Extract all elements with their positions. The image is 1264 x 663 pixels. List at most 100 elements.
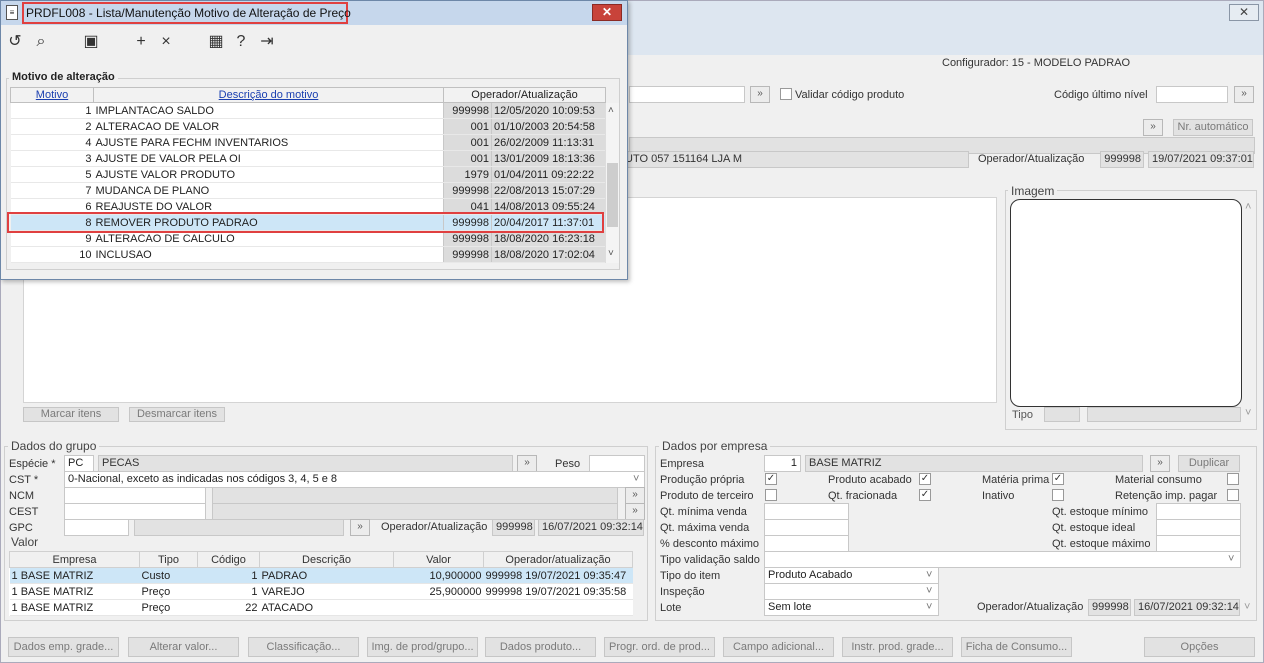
especie-code-field[interactable]: PC	[64, 455, 94, 472]
campo-adicional-button[interactable]: Campo adicional...	[723, 637, 834, 657]
motivo-col-operador[interactable]: Operador/Atualização	[443, 87, 606, 103]
motivo-row[interactable]: 2 ALTERACAO DE VALOR 001 01/10/2003 20:54:5…	[10, 118, 606, 135]
pct-desconto-field[interactable]	[764, 535, 849, 552]
ncm-field[interactable]	[64, 487, 206, 504]
valor-row[interactable]: 1 BASE MATRIZ Preço 22 ATACADO	[9, 599, 633, 616]
nr-automatico-button[interactable]: Nr. automático	[1173, 119, 1253, 136]
nr-lookup-button[interactable]: »	[1143, 119, 1163, 136]
undo-icon[interactable]: ↺	[5, 32, 25, 52]
cest-field[interactable]	[64, 503, 206, 520]
empresa-code-field[interactable]: 1	[764, 455, 801, 472]
dados-produto-button[interactable]: Dados produto...	[485, 637, 596, 657]
imagem-scroll-up-icon[interactable]: ˄	[1245, 201, 1251, 213]
inspecao-dropdown-icon[interactable]: ˅	[926, 585, 932, 597]
motivo-cell-desc: REAJUSTE DO VALOR	[93, 198, 444, 215]
peso-field[interactable]	[589, 455, 645, 472]
gpc-field[interactable]	[64, 519, 129, 536]
imagem-scroll-down-icon[interactable]: ˅	[1245, 407, 1251, 419]
tipo-validacao-dropdown-icon[interactable]: ˅	[1228, 553, 1234, 565]
materia-prima-checkbox[interactable]: ✓	[1052, 473, 1064, 485]
valor-row[interactable]: 1 BASE MATRIZ Custo 1 PADRAO 10,900000 999998…	[9, 567, 633, 584]
ncm-lookup-button[interactable]: »	[625, 487, 645, 504]
qt-est-ideal-field[interactable]	[1156, 519, 1241, 536]
qt-fracionada-checkbox[interactable]: ✓	[919, 489, 931, 501]
producao-propria-checkbox[interactable]: ✓	[765, 473, 777, 485]
retencao-checkbox[interactable]	[1227, 489, 1239, 501]
instr-prod-grade-button[interactable]: Instr. prod. grade...	[842, 637, 953, 657]
motivo-row[interactable]: 5 AJUSTE VALOR PRODUTO 1979 01/04/2011 09:2…	[10, 166, 606, 183]
main-close-button[interactable]: ✕	[1229, 4, 1259, 21]
desmarcar-itens-button[interactable]: Desmarcar itens	[129, 407, 225, 422]
especie-lookup-button[interactable]: »	[517, 455, 537, 472]
delete-icon[interactable]: ×	[156, 32, 176, 52]
scroll-thumb[interactable]	[607, 163, 618, 227]
cst-select[interactable]: 0-Nacional, exceto as indicadas nos códi…	[64, 471, 645, 488]
empresa-lookup-button[interactable]: »	[1150, 455, 1170, 472]
codigo-ultimo-nivel-field[interactable]	[1156, 86, 1228, 103]
tipo-item-select[interactable]: Produto Acabado	[764, 567, 939, 584]
inspecao-select[interactable]	[764, 583, 939, 600]
scroll-up-icon[interactable]: ˄	[608, 105, 614, 116]
valor-col-tipo[interactable]: Tipo	[139, 551, 198, 568]
save-icon[interactable]: ▣	[81, 32, 101, 52]
qt-max-venda-field[interactable]	[764, 519, 849, 536]
valor-cell-valor	[393, 599, 484, 616]
cst-dropdown-icon[interactable]: ˅	[633, 473, 639, 485]
empresa-scroll-down-icon[interactable]: ˅	[1244, 601, 1250, 613]
tipo-validacao-select[interactable]	[764, 551, 1241, 568]
valor-col-empresa[interactable]: Empresa	[9, 551, 140, 568]
valor-col-operador[interactable]: Operador/atualização	[483, 551, 633, 568]
codigo-lookup-button[interactable]: »	[1234, 86, 1254, 103]
scroll-down-icon[interactable]: ˅	[608, 248, 614, 259]
validar-checkbox[interactable]	[780, 88, 792, 100]
dialog-close-button[interactable]: ✕	[592, 4, 622, 21]
motivo-row[interactable]: 3 AJUSTE DE VALOR PELA OI 001 13/01/2009 18…	[10, 150, 606, 167]
qt-est-max-field[interactable]	[1156, 535, 1241, 552]
valor-col-codigo[interactable]: Código	[197, 551, 260, 568]
alterar-valor-button[interactable]: Alterar valor...	[128, 637, 239, 657]
dados-emp-grade-button[interactable]: Dados emp. grade...	[8, 637, 119, 657]
motivo-row[interactable]: 4 AJUSTE PARA FECHM INVENTARIOS 001 26/02/2…	[10, 134, 606, 151]
search-icon[interactable]: ⌕	[31, 32, 51, 52]
motivo-row[interactable]: 1 IMPLANTACAO SALDO 999998 12/05/2020 10:09…	[10, 102, 606, 119]
valor-row[interactable]: 1 BASE MATRIZ Preço 1 VAREJO 25,900000 999998…	[9, 583, 633, 600]
cest-lookup-button[interactable]: »	[625, 503, 645, 520]
motivo-col-motivo[interactable]: Motivo	[10, 87, 94, 103]
classificacao-button[interactable]: Classificação...	[248, 637, 359, 657]
valor-col-valor[interactable]: Valor	[393, 551, 484, 568]
qt-min-venda-field[interactable]	[764, 503, 849, 520]
help-icon[interactable]: ?	[231, 32, 251, 52]
tipo-item-dropdown-icon[interactable]: ˅	[926, 569, 932, 581]
inativo-checkbox[interactable]	[1052, 489, 1064, 501]
motivo-scrollbar[interactable]: ˄ ˅	[605, 103, 619, 263]
lote-dropdown-icon[interactable]: ˅	[926, 601, 932, 613]
calendar-icon[interactable]: ▦	[206, 32, 226, 52]
material-consumo-checkbox[interactable]	[1227, 473, 1239, 485]
gpc-lookup-button[interactable]: »	[350, 519, 370, 536]
duplicar-button[interactable]: Duplicar	[1178, 455, 1240, 472]
motivo-row[interactable]: 7 MUDANCA DE PLANO 999998 22/08/2013 15:07:…	[10, 182, 606, 199]
add-icon[interactable]: +	[131, 32, 151, 52]
exit-icon[interactable]: ⇥	[257, 32, 277, 52]
motivo-row[interactable]: 6 REAJUSTE DO VALOR 041 14/08/2013 09:55:24	[10, 198, 606, 215]
motivo-col-descricao[interactable]: Descrição do motivo	[93, 87, 444, 103]
opcoes-button[interactable]: Opções	[1144, 637, 1255, 657]
produto-acabado-checkbox[interactable]: ✓	[919, 473, 931, 485]
lote-select[interactable]: Sem lote	[764, 599, 939, 616]
validar-label: Validar código produto	[795, 89, 905, 101]
marcar-itens-button[interactable]: Marcar itens	[23, 407, 119, 422]
produto-field[interactable]	[629, 86, 745, 103]
progr-ord-prod-button[interactable]: Progr. ord. de prod...	[604, 637, 715, 657]
valor-table[interactable]: Empresa Tipo Código Descrição Valor Oper…	[9, 551, 633, 616]
motivo-row[interactable]: 9 ALTERACAO DE CALCULO 999998 18/08/2020 16…	[10, 230, 606, 247]
produto-lookup-button[interactable]: »	[750, 86, 770, 103]
qt-est-min-field[interactable]	[1156, 503, 1241, 520]
ficha-consumo-button[interactable]: Ficha de Consumo...	[961, 637, 1072, 657]
produto-terceiro-checkbox[interactable]	[765, 489, 777, 501]
motivo-row[interactable]: 8 REMOVER PRODUTO PADRAO 999998 20/04/2017 …	[10, 214, 606, 231]
img-prod-grupo-button[interactable]: Img. de prod/grupo...	[367, 637, 478, 657]
motivo-row[interactable]: 10 INCLUSAO 999998 18/08/2020 17:02:04	[10, 246, 606, 263]
valor-col-descricao[interactable]: Descrição	[259, 551, 394, 568]
motivo-table[interactable]: Motivo Descrição do motivo Operador/Atua…	[10, 87, 606, 263]
tipo-item-label: Tipo do item	[660, 570, 721, 582]
